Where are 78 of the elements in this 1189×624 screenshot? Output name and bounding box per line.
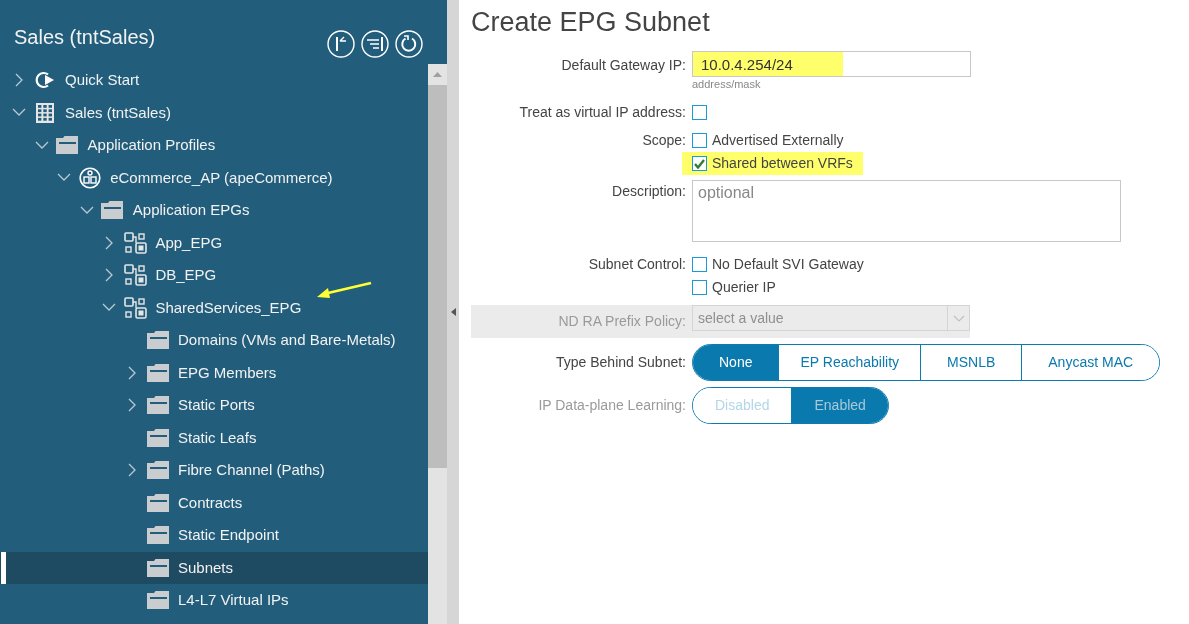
arrow-annotation-drawing [316, 281, 372, 300]
nodes-icon [123, 296, 147, 319]
tree-item[interactable]: Contracts [0, 486, 428, 519]
tree-item[interactable]: eCommerce_AP (apeCommerce) [0, 161, 428, 194]
segment-option[interactable]: None [693, 345, 779, 380]
filter-lines-icon[interactable] [361, 30, 389, 58]
chevron-right-icon[interactable] [128, 365, 136, 380]
form-title: Create EPG Subnet [471, 6, 711, 39]
chevron-down-icon [952, 314, 965, 322]
checkbox-label: Querier IP [712, 278, 776, 297]
field-label: Description: [611, 182, 686, 201]
chevron-down-icon[interactable] [102, 303, 117, 313]
tree-item[interactable]: Domains (VMs and Bare-Metals) [0, 324, 428, 357]
folder-icon [146, 428, 170, 447]
checkbox[interactable] [692, 156, 707, 171]
nodes-icon [123, 264, 147, 287]
scrollbar-thumb[interactable] [428, 85, 447, 468]
description-field[interactable]: optional [692, 180, 1121, 242]
folder-icon [146, 363, 170, 382]
tree-item[interactable]: Application EPGs [0, 194, 428, 227]
checkbox[interactable] [692, 105, 707, 120]
collapse-left-icon[interactable] [450, 308, 456, 316]
tree-item[interactable]: EPG Members [0, 356, 428, 389]
network-circle-icon [79, 166, 102, 189]
folder-icon [101, 201, 125, 220]
checkbox[interactable] [692, 257, 707, 272]
checkbox-label: Shared between VRFs [712, 154, 853, 173]
folder-icon [146, 331, 170, 350]
tree-item[interactable]: SharedServices_EPG [0, 291, 428, 324]
tree-item[interactable]: Static Endpoint [0, 519, 428, 552]
segment-option[interactable]: Anycast MAC [1021, 345, 1160, 380]
chevron-right-icon[interactable] [105, 235, 114, 250]
chevron-down-icon[interactable] [79, 205, 94, 215]
folder-icon [146, 396, 170, 415]
checkbox[interactable] [692, 133, 707, 148]
tree-item[interactable]: Application Profiles [0, 129, 428, 162]
tree-item[interactable]: Static Leafs [0, 421, 428, 454]
field-label: Treat as virtual IP address: [518, 103, 686, 122]
chevron-down-icon[interactable] [57, 173, 72, 183]
nodes-icon [123, 231, 147, 254]
chevron-down-icon[interactable] [12, 108, 26, 118]
refresh-icon[interactable] [395, 30, 423, 58]
checkbox[interactable] [692, 280, 707, 295]
checkbox-label: No Default SVI Gateway [712, 255, 864, 274]
sidebar-title: Sales (tntSales) [14, 25, 156, 50]
checkmark-icon [694, 158, 705, 169]
chevron-right-icon[interactable] [128, 463, 136, 478]
folder-icon [56, 136, 80, 155]
field-label: Scope: [641, 131, 686, 150]
gateway-ip-field[interactable]: 10.0.4.254/24 [692, 51, 971, 77]
field-label: Type Behind Subnet: [555, 353, 686, 372]
folder-icon [146, 493, 170, 512]
field-label: IP Data-plane Learning: [537, 396, 686, 415]
tree-item[interactable]: Quick Start [0, 64, 428, 97]
folder-icon [146, 558, 170, 577]
folder-icon [146, 461, 170, 480]
field-label: Subnet Control: [587, 255, 686, 274]
bar-arrow-circle-icon[interactable] [327, 30, 355, 58]
tree-item[interactable]: L4-L7 Virtual IPs [0, 584, 428, 617]
tree-item[interactable]: DB_EPG [0, 259, 428, 292]
chevron-right-icon[interactable] [128, 398, 136, 413]
tree-item[interactable]: Static Ports [0, 389, 428, 422]
field-label: ND RA Prefix Policy: [557, 312, 686, 331]
scrollbar[interactable] [428, 64, 447, 624]
field-label: Default Gateway IP: [560, 56, 686, 75]
folder-icon [146, 591, 170, 610]
folder-icon [146, 526, 170, 545]
tree-item[interactable]: Subnets [0, 551, 428, 584]
checkbox-label: Advertised Externally [712, 131, 844, 150]
chevron-right-icon[interactable] [15, 73, 23, 88]
tree-item[interactable]: Sales (tntSales) [0, 96, 428, 129]
chevron-down-icon[interactable] [34, 140, 49, 150]
building-icon [35, 101, 55, 124]
chevron-right-icon[interactable] [105, 268, 114, 283]
tree-item[interactable]: App_EPG [0, 226, 428, 259]
tree-item[interactable]: Fibre Channel (Paths) [0, 454, 428, 487]
play-circle-icon [34, 70, 56, 91]
field-hint: address/mask [692, 77, 762, 91]
